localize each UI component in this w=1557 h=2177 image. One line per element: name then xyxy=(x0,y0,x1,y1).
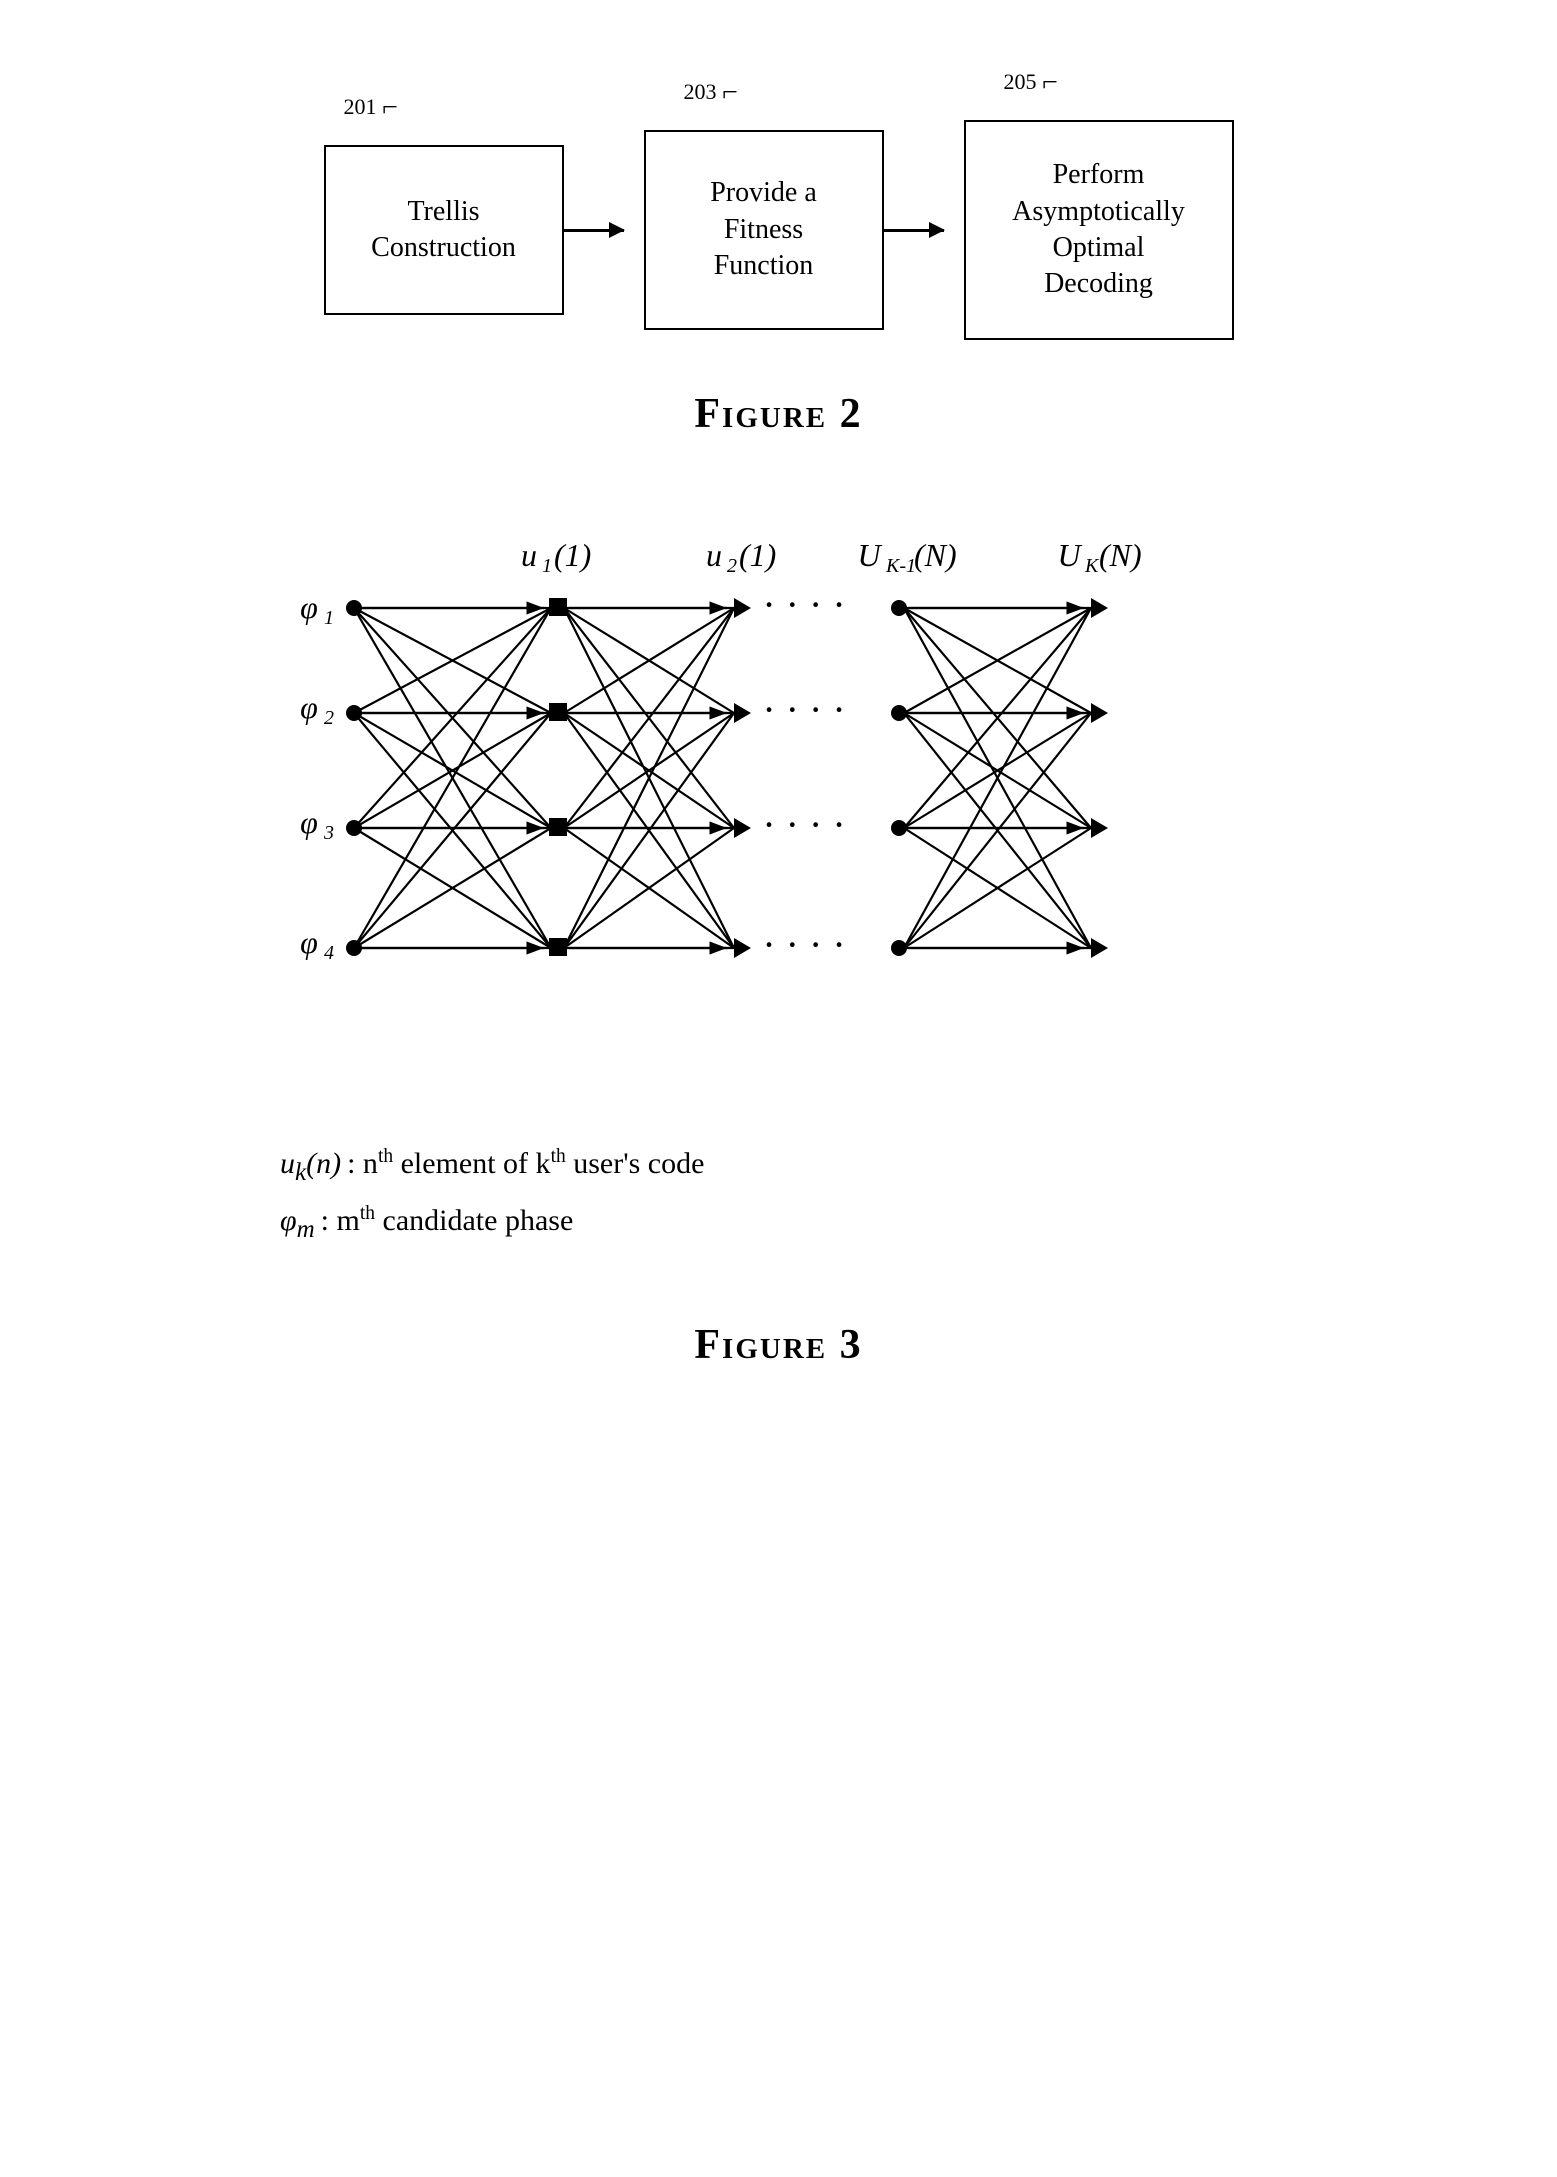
label-uk1-n-sub: K-1 xyxy=(885,555,916,577)
caption-phi-italic: φm xyxy=(280,1195,315,1252)
dots-row2: · · · · xyxy=(762,687,845,732)
col3-nodes xyxy=(891,600,907,956)
label-u2-1-sub: 2 xyxy=(727,555,737,577)
label-u1-1-paren: (1) xyxy=(554,537,591,573)
label-u1-1-sub: 1 xyxy=(542,555,552,577)
box-trellis-label: Trellis Construction xyxy=(371,194,516,267)
arrow-2 xyxy=(884,229,964,232)
dots-row4: · · · · xyxy=(762,922,845,967)
phi3-label: φ xyxy=(300,804,318,840)
col1-nodes xyxy=(549,598,567,956)
figure2-title: Figure 2 xyxy=(694,390,862,438)
col2-nodes xyxy=(734,598,751,958)
ref-203: 203 ⌐ xyxy=(684,75,738,107)
figure3-title: Figure 3 xyxy=(694,1321,862,1369)
ref-205: 205 ⌐ xyxy=(1004,65,1058,97)
arrow-1 xyxy=(564,229,644,232)
ref-201: 201 ⌐ xyxy=(344,90,398,122)
phi4-label: φ xyxy=(300,924,318,960)
label-uk-n-sub: K xyxy=(1084,555,1100,577)
phi1-label: φ xyxy=(300,589,318,625)
phi2-label: φ xyxy=(300,689,318,725)
label-uk-n-paren: (N) xyxy=(1099,537,1142,573)
label-u1-1: u xyxy=(521,537,537,573)
right-edges xyxy=(904,608,1091,948)
arrow-line-1 xyxy=(564,229,624,232)
box-decoding: Perform Asymptotically Optimal Decoding xyxy=(964,120,1234,340)
col4-nodes xyxy=(1091,598,1108,958)
label-uk1-n: U xyxy=(857,537,882,573)
phi-to-u1-edges xyxy=(354,608,551,948)
phi2-sub: 2 xyxy=(324,707,334,729)
caption-line-1: uk(n): nth element of kth user's code xyxy=(280,1138,704,1195)
caption-line-2: φm: mth candidate phase xyxy=(280,1195,704,1252)
trellis-svg: u 1 (1) u 2 (1) U K-1 (N) U K (N) φ 1 φ xyxy=(279,518,1279,1098)
box-fitness-function: Provide a Fitness Function xyxy=(644,130,884,330)
dots-row1: · · · · xyxy=(762,582,845,627)
flowchart: 201 ⌐ Trellis Construction 203 ⌐ Provide… xyxy=(324,120,1234,340)
figure3-caption: uk(n): nth element of kth user's code φm… xyxy=(280,1138,704,1251)
phi4-sub: 4 xyxy=(324,942,334,964)
trellis-diagram: u 1 (1) u 2 (1) U K-1 (N) U K (N) φ 1 φ xyxy=(279,518,1279,1098)
phi1-sub: 1 xyxy=(324,607,334,629)
caption-colon-1: : nth element of kth user's code xyxy=(347,1138,704,1189)
caption-colon-2: : mth candidate phase xyxy=(321,1195,574,1246)
label-uk-n: U xyxy=(1057,537,1082,573)
label-uk1-n-paren: (N) xyxy=(914,537,957,573)
label-u2-1: u xyxy=(706,537,722,573)
figure3-section: u 1 (1) u 2 (1) U K-1 (N) U K (N) φ 1 φ xyxy=(60,518,1497,1429)
box-fitness-label: Provide a Fitness Function xyxy=(710,175,817,284)
arrow-line-2 xyxy=(884,229,944,232)
caption-uk-italic: uk(n) xyxy=(280,1138,341,1195)
figure2-section: 201 ⌐ Trellis Construction 203 ⌐ Provide… xyxy=(60,60,1497,498)
page-container: 201 ⌐ Trellis Construction 203 ⌐ Provide… xyxy=(0,0,1557,2177)
col0-nodes xyxy=(346,600,362,956)
dots-row3: · · · · xyxy=(762,802,845,847)
box-decoding-label: Perform Asymptotically Optimal Decoding xyxy=(1012,157,1185,303)
label-u2-1-paren: (1) xyxy=(739,537,776,573)
box-trellis-construction: Trellis Construction xyxy=(324,145,564,315)
phi3-sub: 3 xyxy=(323,822,334,844)
left-edges xyxy=(564,608,734,948)
